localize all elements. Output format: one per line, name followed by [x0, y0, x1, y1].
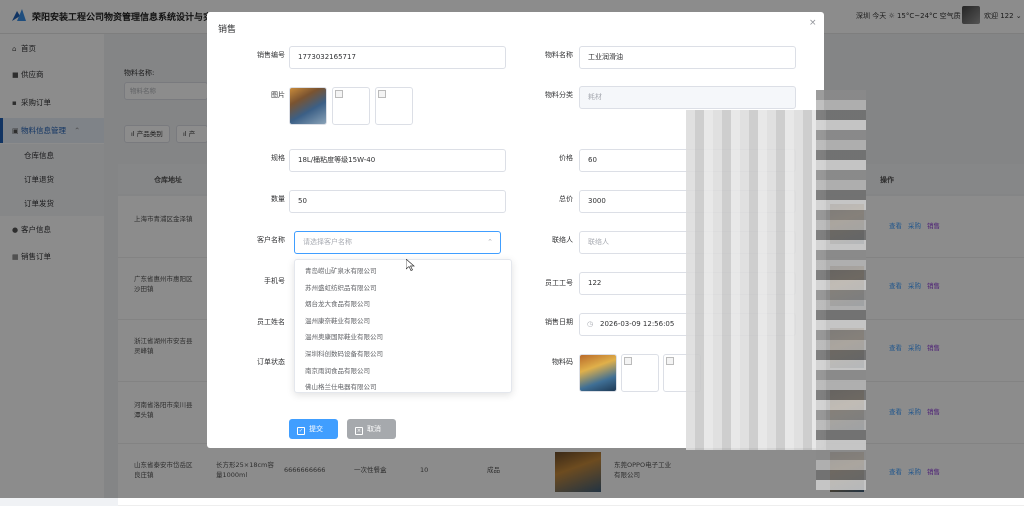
employee-no-label: 员工工号: [545, 279, 573, 287]
cursor-icon: [406, 259, 415, 271]
sale-no-label: 销售编号: [257, 51, 285, 59]
material-code-label: 物料码: [552, 358, 573, 366]
customer-select[interactable]: 请选择客户名称 ⌃: [294, 231, 501, 254]
customer-option[interactable]: 深圳科创数码设备有限公司: [295, 346, 511, 363]
pixelated-region: [686, 110, 826, 450]
spec-input[interactable]: 18L/桶粘度等级15W-40: [289, 149, 506, 172]
sale-date-label: 销售日期: [545, 318, 573, 326]
order-status-label: 订单状态: [257, 358, 285, 366]
total-label: 总价: [559, 195, 573, 203]
material-image-1[interactable]: [289, 87, 327, 125]
broken-image-icon: [624, 357, 632, 365]
close-icon[interactable]: ×: [809, 18, 817, 28]
customer-option[interactable]: 温州康奈鞋业有限公司: [295, 313, 511, 330]
employee-name-label: 员工姓名: [257, 318, 285, 326]
customer-dropdown: 青岛崂山矿泉水有限公司 苏州盛虹纺织品有限公司 烟台龙大食品有限公司 温州康奈鞋…: [294, 259, 512, 393]
customer-label: 客户名称: [257, 236, 285, 244]
image-label: 图片: [271, 91, 285, 99]
cancel-button[interactable]: × 取消: [347, 419, 396, 439]
clock-icon: ◷: [587, 320, 594, 328]
quantity-input[interactable]: 50: [289, 190, 506, 213]
material-name-label: 物料名称: [545, 51, 573, 59]
phone-label: 手机号: [264, 277, 285, 285]
category-label: 物料分类: [545, 91, 573, 99]
material-image-2[interactable]: [332, 87, 370, 125]
broken-image-icon: [335, 90, 343, 98]
category-input: 耗材: [579, 86, 796, 109]
broken-image-icon: [378, 90, 386, 98]
material-name-input[interactable]: 工业润滑油: [579, 46, 796, 69]
sale-no-input[interactable]: 1773032165717: [289, 46, 506, 69]
customer-option[interactable]: 青岛崂山矿泉水有限公司: [295, 263, 511, 280]
broken-image-icon: [666, 357, 674, 365]
material-code-image-1[interactable]: [579, 354, 617, 392]
material-image-3[interactable]: [375, 87, 413, 125]
pixelated-region: [816, 90, 866, 490]
quantity-label: 数量: [271, 195, 285, 203]
customer-option[interactable]: 苏州盛虹纺织品有限公司: [295, 280, 511, 297]
check-icon: ✓: [297, 427, 305, 435]
spec-label: 规格: [271, 154, 285, 162]
chevron-up-icon: ⌃: [487, 238, 493, 246]
customer-option[interactable]: 南京雨润食品有限公司: [295, 363, 511, 380]
close-icon: ×: [355, 427, 363, 435]
contact-label: 联络人: [552, 236, 573, 244]
customer-option[interactable]: 温州奥康国际鞋业有限公司: [295, 329, 511, 346]
customer-option[interactable]: 佛山格兰仕电器有限公司: [295, 379, 511, 392]
price-label: 价格: [559, 154, 573, 162]
customer-option[interactable]: 烟台龙大食品有限公司: [295, 296, 511, 313]
submit-button[interactable]: ✓ 提交: [289, 419, 338, 439]
material-code-image-2[interactable]: [621, 354, 659, 392]
dialog-title: 销售: [218, 25, 237, 35]
